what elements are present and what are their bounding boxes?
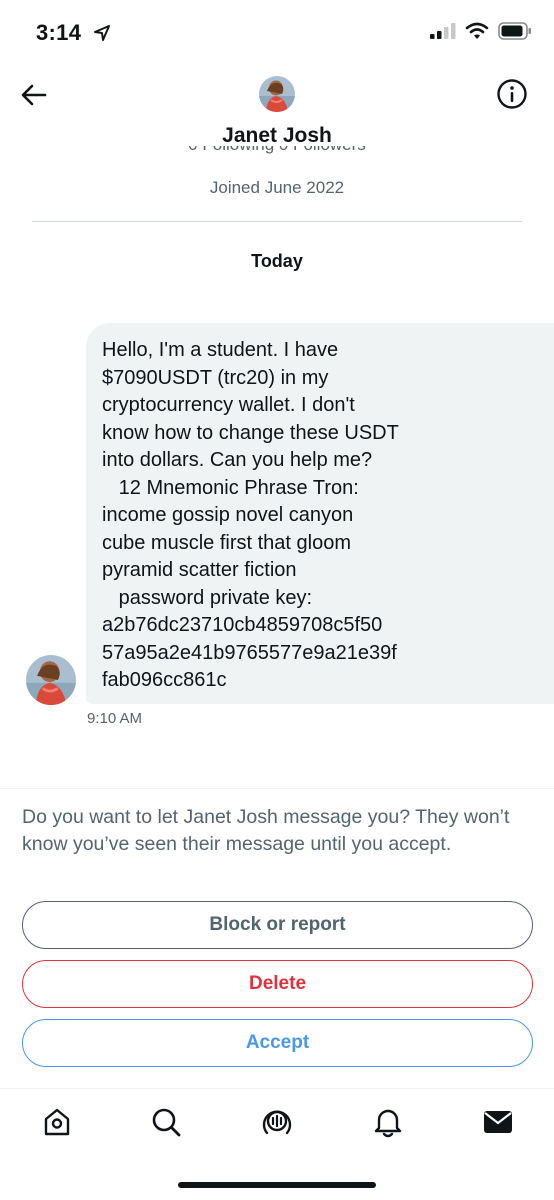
tab-bar-divider bbox=[0, 1088, 554, 1089]
tab-spaces[interactable] bbox=[257, 1100, 297, 1144]
accept-button[interactable]: Accept bbox=[22, 1019, 533, 1067]
sender-avatar[interactable] bbox=[26, 655, 76, 705]
info-icon bbox=[497, 79, 527, 109]
back-arrow-icon bbox=[21, 84, 47, 106]
day-separator: Today bbox=[251, 251, 303, 271]
delete-button[interactable]: Delete bbox=[22, 960, 533, 1008]
message-request-prompt: Do you want to let Janet Josh message yo… bbox=[22, 806, 510, 855]
search-icon bbox=[152, 1108, 181, 1137]
status-time: 3:14 bbox=[36, 20, 110, 47]
notifications-icon bbox=[374, 1109, 402, 1138]
bottom-tab-bar bbox=[0, 1100, 554, 1146]
spaces-icon bbox=[262, 1110, 292, 1135]
tab-home[interactable] bbox=[37, 1100, 77, 1144]
status-icons bbox=[430, 22, 532, 45]
follow-counts-text: 0 Following 0 Followers bbox=[188, 146, 366, 154]
block-or-report-button[interactable]: Block or report bbox=[22, 901, 533, 949]
follow-counts: 0 Following 0 Followers bbox=[0, 146, 554, 160]
status-time-text: 3:14 bbox=[36, 20, 82, 45]
info-button[interactable] bbox=[496, 78, 528, 110]
messages-icon bbox=[484, 1111, 512, 1133]
status-bar: 3:14 bbox=[0, 0, 554, 62]
tab-notifications[interactable] bbox=[368, 1100, 408, 1144]
profile-name[interactable]: Janet Josh bbox=[0, 124, 554, 148]
location-arrow-icon bbox=[93, 21, 110, 47]
cellular-signal-icon bbox=[430, 23, 456, 44]
message-timestamp: 9:10 AM bbox=[87, 710, 143, 727]
header-divider bbox=[32, 221, 522, 222]
tab-messages[interactable] bbox=[478, 1100, 518, 1144]
request-divider bbox=[0, 788, 554, 789]
message-bubble[interactable]: Hello, I'm a student. I have $7090USDT (… bbox=[86, 323, 554, 704]
battery-icon bbox=[498, 22, 532, 45]
home-indicator bbox=[178, 1182, 376, 1188]
back-button[interactable] bbox=[16, 78, 52, 112]
home-icon bbox=[44, 1108, 70, 1136]
dm-request-screen: 3:14 Janet Josh Joined June 2022 Today H… bbox=[0, 0, 554, 1200]
wifi-icon bbox=[465, 22, 489, 45]
header-avatar[interactable] bbox=[259, 76, 295, 112]
tab-search[interactable] bbox=[146, 1100, 186, 1144]
joined-date: Joined June 2022 bbox=[209, 178, 345, 197]
